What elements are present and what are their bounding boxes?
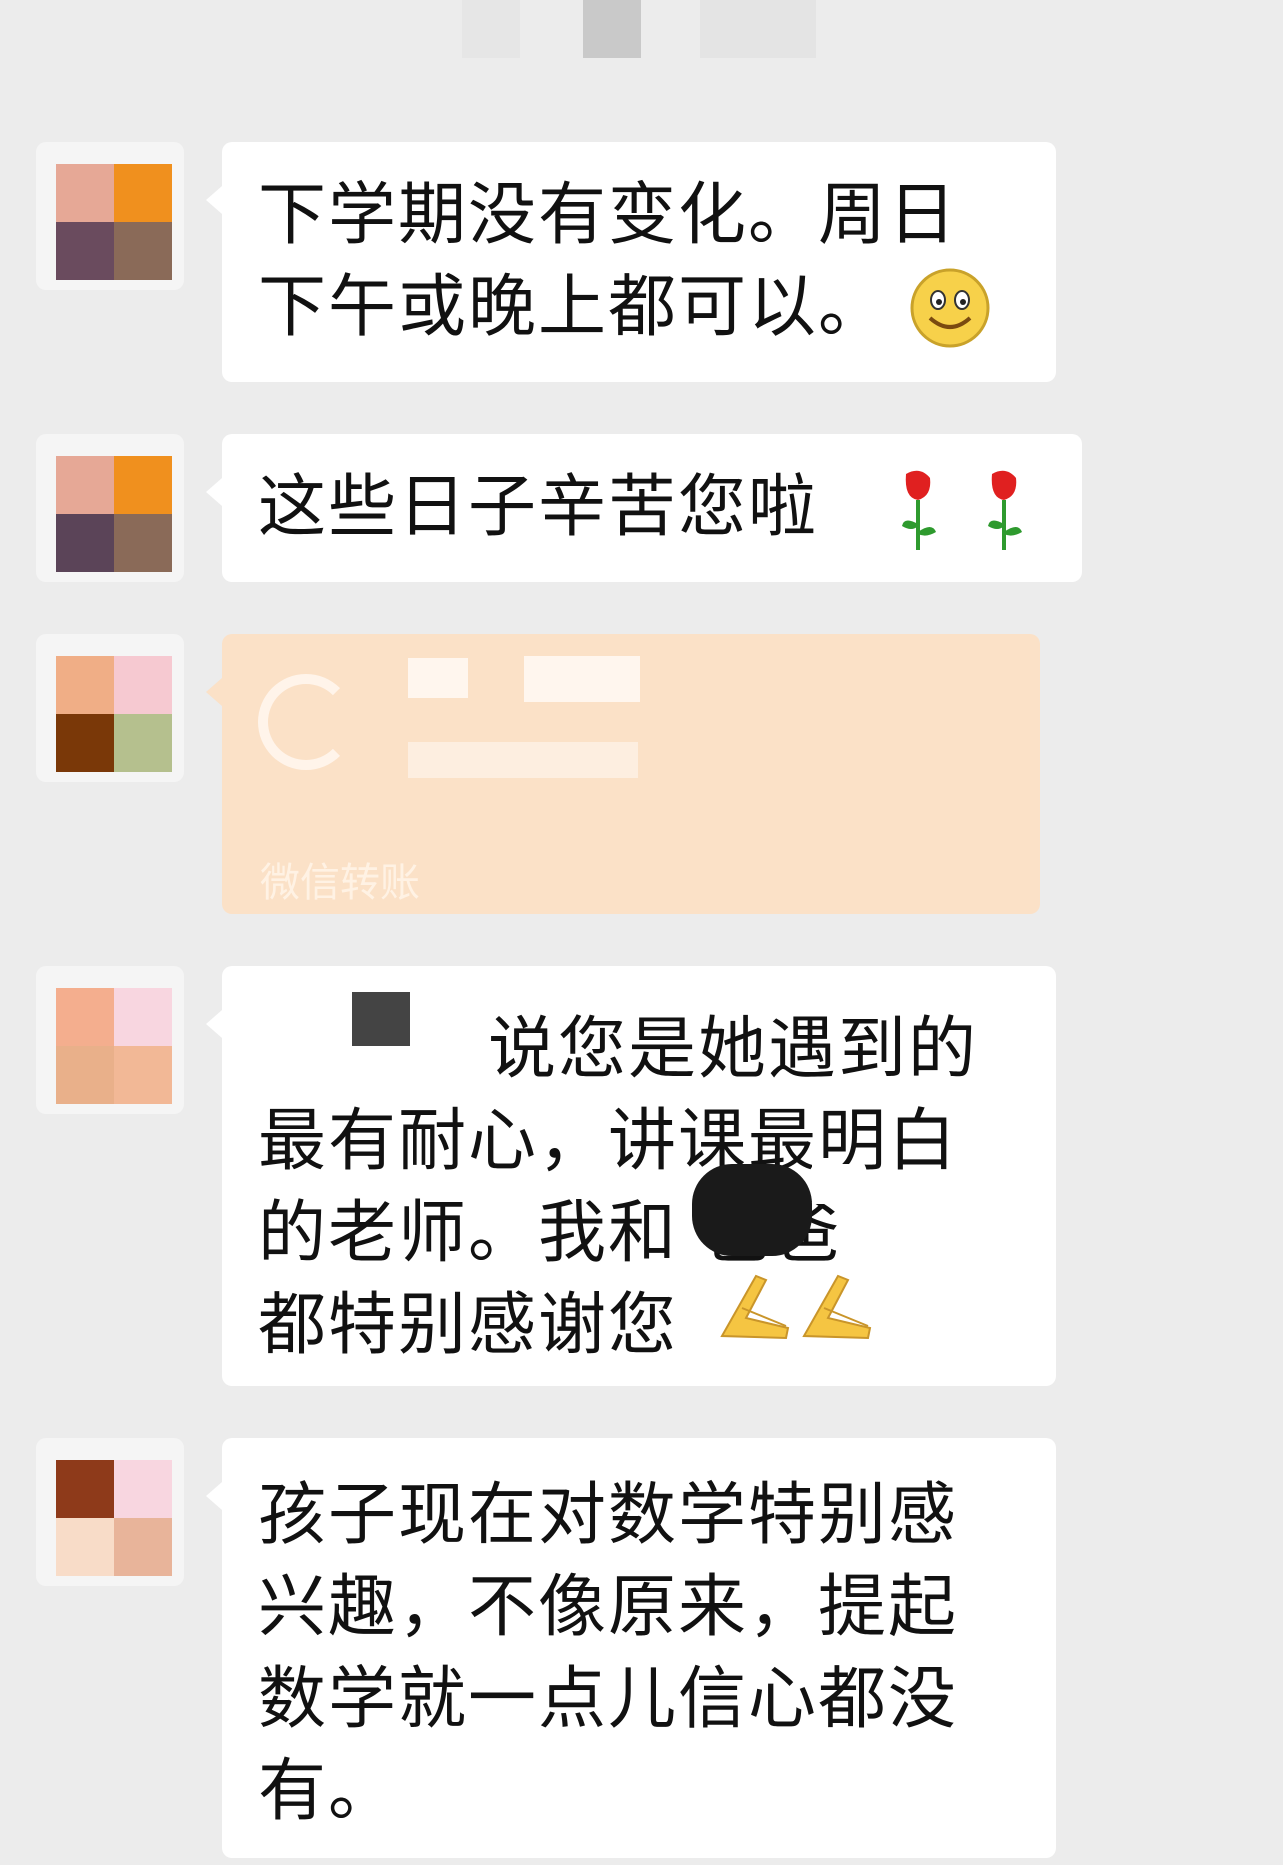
rose-emoji bbox=[886, 464, 1046, 558]
avatar[interactable] bbox=[36, 1438, 184, 1586]
redacted-amount bbox=[408, 658, 468, 698]
message-bubble[interactable]: 孩子现在对数学特别感 兴趣，不像原来，提起 数学就一点儿信心都没 有。 bbox=[206, 1438, 1056, 1858]
top-redacted-bar bbox=[0, 0, 1283, 60]
message-bubble[interactable]: 下学期没有变化。周日 下午或晚上都可以。 bbox=[206, 142, 1056, 382]
redacted-amount bbox=[524, 656, 640, 702]
redacted-name bbox=[222, 988, 452, 1070]
message-bubble[interactable]: 说您是她遇到的 最有耐心，讲课最明白 的老师。我和 爸爸 都特别感谢您 bbox=[206, 966, 1056, 1386]
pray-emoji bbox=[716, 1268, 876, 1348]
redacted-block bbox=[462, 0, 520, 58]
message-text: 孩子现在对数学特别感 兴趣，不像原来，提起 数学就一点儿信心都没 有。 bbox=[258, 1476, 959, 1831]
smile-emoji bbox=[908, 266, 992, 354]
redacted-note bbox=[408, 742, 638, 778]
redacted-block bbox=[692, 1164, 812, 1256]
redacted-block bbox=[583, 0, 641, 58]
transfer-icon bbox=[258, 674, 354, 770]
transfer-label: 微信转账 bbox=[260, 860, 420, 906]
avatar[interactable] bbox=[36, 634, 184, 782]
avatar[interactable] bbox=[36, 142, 184, 290]
transfer-card[interactable]: 微信转账 bbox=[206, 634, 1040, 914]
message-text: 下学期没有变化。周日 下午或晚上都可以。 bbox=[258, 176, 959, 347]
redacted-block bbox=[352, 992, 410, 1046]
avatar[interactable] bbox=[36, 966, 184, 1114]
redacted-block bbox=[812, 1164, 862, 1204]
redacted-block bbox=[700, 0, 816, 58]
avatar[interactable] bbox=[36, 434, 184, 582]
message-bubble[interactable]: 这些日子辛苦您啦 bbox=[206, 434, 1082, 582]
